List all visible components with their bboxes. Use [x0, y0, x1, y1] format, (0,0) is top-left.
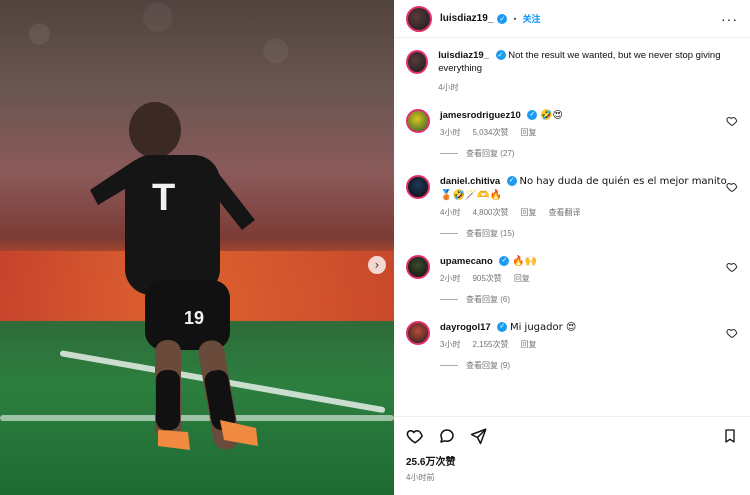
heart-icon[interactable]	[726, 327, 738, 339]
caption-avatar[interactable]	[406, 50, 429, 74]
svg-text:T: T	[152, 177, 175, 219]
comment-reply-button[interactable]: 回复	[520, 339, 536, 350]
instagram-post: T 19 › luisdiaz19_ ✓ • 关注 ··· luisdiaz19…	[0, 0, 750, 495]
comment-likes[interactable]: 2,155次赞	[472, 339, 508, 350]
verified-badge-icon: ✓	[497, 13, 508, 24]
share-icon[interactable]	[470, 427, 488, 445]
author-username[interactable]: luisdiaz19_	[440, 13, 493, 24]
comment-time: 4小时	[440, 207, 461, 217]
heart-icon[interactable]	[406, 427, 424, 445]
divider-line	[440, 364, 458, 366]
comment-reply-button[interactable]: 回复	[520, 127, 536, 138]
view-replies[interactable]: 查看回复 (15)	[440, 228, 738, 239]
more-horizontal-icon[interactable]: ···	[721, 11, 738, 27]
comment-item: daniel.chitiva ✓ No hay duda de quién es…	[406, 174, 738, 239]
post-likes[interactable]: 25.6万次赞	[406, 453, 738, 468]
comment-username[interactable]: upamecano	[440, 256, 493, 267]
heart-icon[interactable]	[726, 115, 738, 127]
comment-username[interactable]: dayrogol17	[440, 322, 491, 333]
post-time: 4小时前	[406, 473, 435, 482]
comments-area: luisdiaz19_ ✓ Not the result we wanted, …	[394, 38, 750, 416]
comment-avatar[interactable]	[406, 320, 430, 345]
view-replies[interactable]: 查看回复 (9)	[440, 360, 738, 371]
bookmark-icon[interactable]	[722, 427, 738, 445]
divider-line	[440, 152, 458, 154]
comment-time: 3小时	[440, 339, 461, 349]
comment-avatar[interactable]	[406, 254, 430, 279]
caption-text: luisdiaz19_ ✓ Not the result we wanted, …	[438, 50, 738, 76]
view-replies[interactable]: 查看回复 (6)	[440, 294, 738, 305]
comment-likes[interactable]: 905次赞	[472, 273, 501, 284]
next-image-button[interactable]: ›	[368, 256, 386, 274]
verified-badge-icon: ✓	[499, 256, 510, 267]
post-actions	[406, 425, 738, 447]
verified-badge-icon: ✓	[497, 322, 508, 333]
comment-item: jamesrodriguez10 ✓ 🤣😍 3小时 5,034次赞 回复 查看回…	[406, 108, 738, 159]
view-replies-label[interactable]: 查看回复 (27)	[466, 148, 514, 159]
comment-username[interactable]: jamesrodriguez10	[440, 110, 521, 121]
player-illustration: T 19	[90, 102, 258, 450]
post-panel: luisdiaz19_ ✓ • 关注 ··· luisdiaz19_ ✓ Not…	[394, 0, 750, 495]
verified-badge-icon: ✓	[495, 50, 506, 61]
view-replies-label[interactable]: 查看回复 (15)	[466, 228, 514, 239]
caption-username[interactable]: luisdiaz19_	[438, 50, 489, 61]
post-footer: 25.6万次赞 4小时前	[394, 416, 750, 495]
chevron-right-icon: ›	[374, 258, 380, 272]
view-replies[interactable]: 查看回复 (27)	[440, 148, 738, 159]
comment-likes[interactable]: 5,034次赞	[472, 127, 508, 138]
heart-icon[interactable]	[726, 181, 738, 193]
author-avatar[interactable]	[406, 5, 432, 32]
comment-reply-button[interactable]: 回复	[514, 273, 530, 284]
comment-time: 3小时	[440, 127, 461, 137]
divider-line	[440, 232, 458, 234]
comment-likes[interactable]: 4,800次赞	[472, 207, 508, 218]
comment-text: Mi jugador 😍	[509, 321, 577, 333]
caption: luisdiaz19_ ✓ Not the result we wanted, …	[406, 50, 738, 93]
view-replies-label[interactable]: 查看回复 (9)	[466, 360, 510, 371]
comment-text: 🤣😍	[540, 109, 563, 121]
comment-reply-button[interactable]: 回复	[520, 207, 536, 218]
post-image[interactable]: T 19 ›	[0, 0, 394, 495]
view-replies-label[interactable]: 查看回复 (6)	[466, 294, 510, 305]
verified-badge-icon: ✓	[527, 110, 538, 121]
comment-translate-button[interactable]: 查看翻译	[548, 207, 580, 218]
comment-item: dayrogol17 ✓ Mi jugador 😍 3小时 2,155次赞 回复…	[406, 320, 738, 371]
post-header: luisdiaz19_ ✓ • 关注 ···	[394, 0, 750, 38]
follow-button[interactable]: 关注	[523, 12, 541, 25]
divider-line	[440, 298, 458, 300]
svg-text:19: 19	[184, 308, 204, 328]
comment-time: 2小时	[440, 273, 461, 283]
comment-item: upamecano ✓ 🔥🙌 2小时 905次赞 回复 查看回复 (6)	[406, 254, 738, 305]
caption-time: 4小时	[438, 82, 459, 92]
separator-dot: •	[513, 13, 517, 24]
comment-text: 🔥🙌	[512, 255, 537, 267]
comment-icon[interactable]	[438, 427, 456, 445]
comment-avatar[interactable]	[406, 174, 430, 199]
heart-icon[interactable]	[726, 261, 738, 273]
comment-avatar[interactable]	[406, 108, 430, 133]
comment-username[interactable]: daniel.chitiva	[440, 176, 500, 187]
verified-badge-icon: ✓	[506, 176, 517, 187]
